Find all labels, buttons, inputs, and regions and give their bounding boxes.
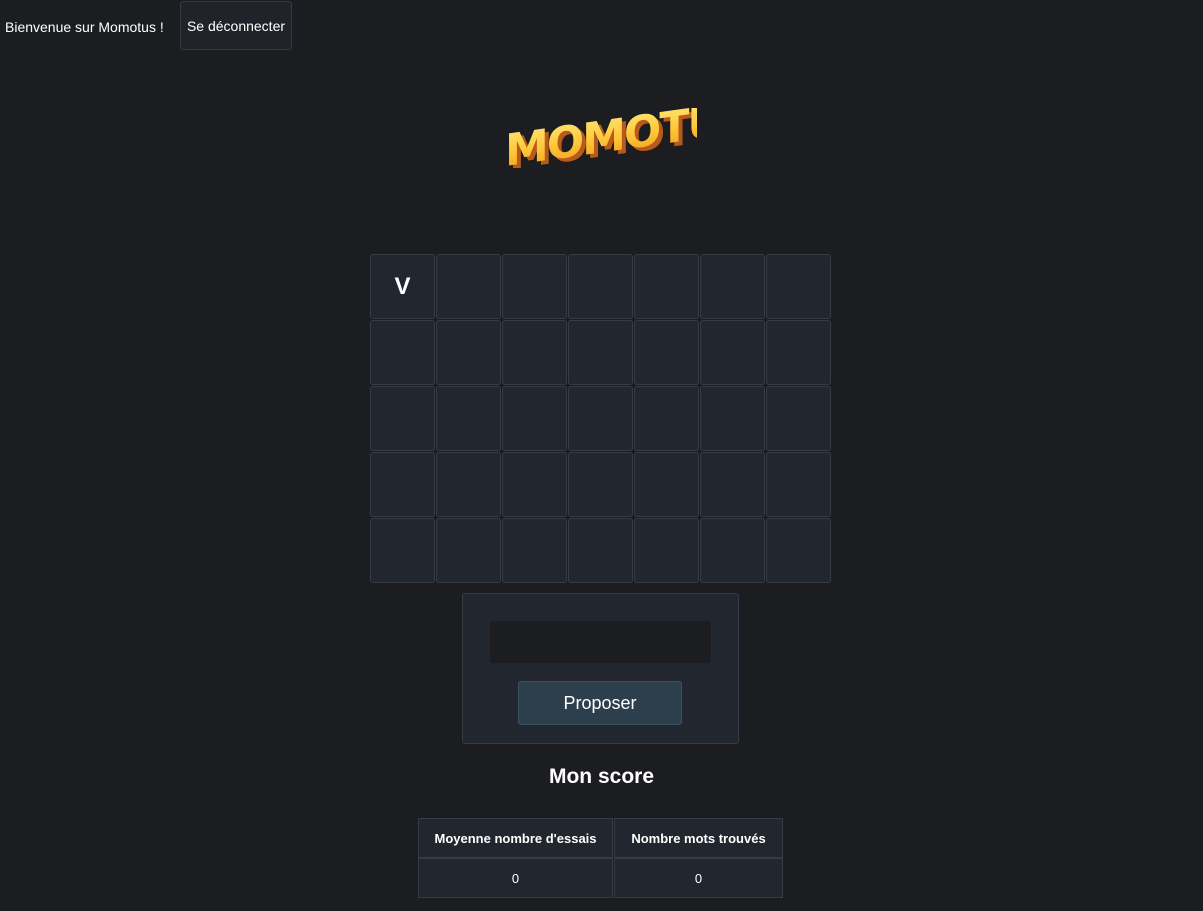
grid-cell xyxy=(436,518,501,583)
grid-cell xyxy=(766,254,831,319)
grid-cell: V xyxy=(370,254,435,319)
grid-cell xyxy=(502,254,567,319)
grid-cell xyxy=(436,452,501,517)
grid-cell xyxy=(568,320,633,385)
grid-cell xyxy=(700,320,765,385)
grid-cell xyxy=(370,386,435,451)
grid-cell xyxy=(502,386,567,451)
momotus-logo: MOMOTUS MOMOTUS xyxy=(505,92,755,181)
grid-cell xyxy=(370,452,435,517)
grid-cell xyxy=(502,518,567,583)
grid-cell xyxy=(502,452,567,517)
words-found-header: Nombre mots trouvés xyxy=(614,818,783,858)
grid-cell xyxy=(766,452,831,517)
grid-cell xyxy=(568,386,633,451)
grid-cell xyxy=(568,518,633,583)
grid-cell xyxy=(634,386,699,451)
average-tries-value: 0 xyxy=(418,858,613,898)
welcome-text: Bienvenue sur Momotus ! xyxy=(5,19,164,35)
grid-cell xyxy=(700,452,765,517)
score-value-row: 0 0 xyxy=(418,858,783,898)
grid-cell xyxy=(634,320,699,385)
grid-cell xyxy=(634,254,699,319)
grid-cell xyxy=(700,386,765,451)
score-header-row: Moyenne nombre d'essais Nombre mots trou… xyxy=(418,818,783,858)
grid-cell xyxy=(568,254,633,319)
letter-grid: V xyxy=(370,254,831,583)
guess-panel: Proposer xyxy=(462,593,739,744)
grid-cell xyxy=(370,320,435,385)
average-tries-header: Moyenne nombre d'essais xyxy=(418,818,613,858)
grid-cell xyxy=(634,518,699,583)
grid-cell xyxy=(436,386,501,451)
grid-cell xyxy=(766,386,831,451)
grid-cell xyxy=(700,518,765,583)
grid-cell xyxy=(700,254,765,319)
logout-button[interactable]: Se déconnecter xyxy=(180,1,292,50)
grid-cell xyxy=(766,518,831,583)
grid-cell xyxy=(502,320,567,385)
grid-cell xyxy=(436,254,501,319)
grid-cell xyxy=(568,452,633,517)
grid-cell xyxy=(436,320,501,385)
propose-button[interactable]: Proposer xyxy=(518,681,682,725)
logo-text: MOMOTUS xyxy=(505,108,697,168)
logo-graphic: MOMOTUS MOMOTUS xyxy=(505,92,755,181)
words-found-value: 0 xyxy=(614,858,783,898)
score-title: Mon score xyxy=(548,765,655,788)
grid-cell xyxy=(370,518,435,583)
grid-cell xyxy=(634,452,699,517)
grid-cell xyxy=(766,320,831,385)
guess-input[interactable] xyxy=(490,621,711,663)
score-table: Moyenne nombre d'essais Nombre mots trou… xyxy=(417,818,784,898)
